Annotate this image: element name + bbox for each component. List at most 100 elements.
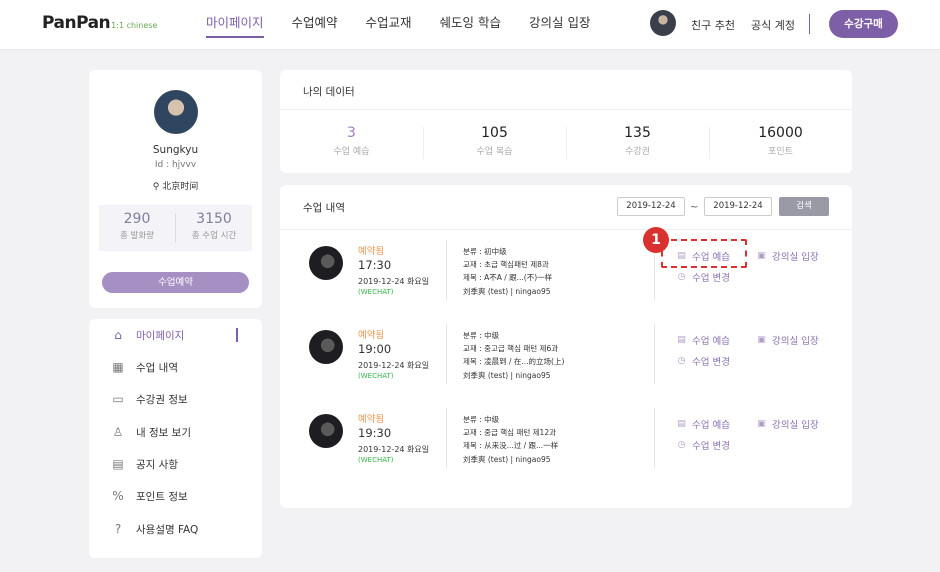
lesson-channel: (WECHAT)	[358, 288, 394, 296]
clock-icon: ◷	[677, 356, 686, 366]
menu-item-notice[interactable]: ▤ 공지 사항	[110, 456, 178, 472]
lesson-textbook: 교재 : 중급 핵심 패턴 제12과	[463, 428, 556, 437]
calendar-icon: ▦	[112, 360, 124, 374]
search-button[interactable]: 검색	[779, 197, 829, 216]
metric-value: 3	[347, 125, 356, 141]
nav-classroom[interactable]: 강의실 입장	[529, 0, 590, 38]
lesson-category: 분류 : 中级	[463, 331, 500, 340]
top-header: PanPan 1:1 chinese 마이페이지 수업예약 수업교재 쉐도잉 학…	[0, 0, 940, 50]
lesson-time: 19:00	[358, 342, 392, 356]
step-badge: 1	[643, 227, 669, 253]
lesson-row: 예약됨 19:30 2019-12-24 화요일 (WECHAT) 분류 : 中…	[280, 398, 852, 478]
metric-value: 16000	[758, 125, 803, 141]
classroom-icon: ▣	[757, 419, 766, 429]
profile-stats: 290 총 발화량 3150 총 수업 시간	[99, 205, 252, 251]
stat-label: 총 수업 시간	[191, 231, 237, 241]
lesson-channel: (WECHAT)	[358, 372, 394, 380]
main-nav: 마이페이지 수업예약 수업교재 쉐도잉 학습 강의실 입장	[206, 0, 619, 50]
preview-lesson-button[interactable]: ▤ 수업 예습	[676, 417, 730, 431]
menu-item-history[interactable]: ▦ 수업 내역	[110, 359, 178, 375]
logo[interactable]: PanPan 1:1 chinese	[42, 13, 157, 33]
change-lesson-button[interactable]: ◷ 수업 변경	[676, 438, 730, 452]
percent-icon: %	[112, 489, 124, 503]
lesson-date: 2019-12-24 화요일	[358, 445, 430, 454]
date-separator: ~	[690, 202, 699, 213]
action-label: 수업 변경	[692, 357, 730, 368]
menu-item-points[interactable]: % 포인트 정보	[110, 488, 187, 504]
stat-value: 3150	[196, 211, 232, 227]
action-label: 수업 예습	[692, 336, 730, 347]
stat-speech: 290 총 발화량	[99, 205, 175, 241]
ticket-icon: ▭	[112, 392, 124, 406]
menu-label: 사용설명 FAQ	[136, 523, 199, 536]
profile-id: Id : hjvvv	[154, 160, 197, 170]
enter-classroom-button[interactable]: ▣ 강의실 입장	[756, 333, 819, 347]
menu-label: 마이페이지	[136, 329, 185, 342]
metric-preview[interactable]: 3 수업 예습	[280, 125, 423, 157]
metric-review[interactable]: 105 수업 복습	[423, 125, 566, 157]
lesson-channel: (WECHAT)	[358, 456, 394, 464]
nav-textbook[interactable]: 수업교재	[366, 0, 412, 38]
enter-classroom-button[interactable]: ▣ 강의실 입장	[756, 249, 819, 263]
lesson-teacher: 刘季爽 (test) | ningao95	[463, 287, 551, 296]
lesson-status: 예약됨	[358, 246, 385, 257]
stat-hours: 3150 총 수업 시간	[176, 205, 252, 241]
row-divider	[654, 408, 655, 468]
menu-item-mypage[interactable]: ⌂ 마이페이지	[110, 327, 184, 343]
friend-referral-link[interactable]: 친구 추천	[691, 17, 735, 33]
user-avatar[interactable]	[650, 10, 676, 36]
classroom-icon: ▣	[757, 335, 766, 345]
row-divider	[446, 240, 447, 300]
nav-mypage[interactable]: 마이페이지	[206, 0, 264, 38]
change-lesson-button[interactable]: ◷ 수업 변경	[676, 270, 730, 284]
home-icon: ⌂	[114, 328, 122, 342]
nav-shadowing[interactable]: 쉐도잉 학습	[440, 0, 501, 38]
menu-label: 공지 사항	[136, 458, 178, 471]
book-lesson-button[interactable]: 수업예약	[102, 272, 249, 293]
date-from-input[interactable]: 2019-12-24	[617, 197, 685, 216]
timezone-label: 北京时间	[162, 182, 199, 192]
menu-item-ticket[interactable]: ▭ 수강권 정보	[110, 391, 187, 407]
lesson-row: 예약됨 17:30 2019-12-24 화요일 (WECHAT) 분류 : 初…	[280, 230, 852, 310]
lesson-status: 예약됨	[358, 330, 385, 341]
lesson-subject: 제목 : A不A / 跟...(不)一样	[463, 273, 553, 282]
lesson-teacher: 刘季爽 (test) | ningao95	[463, 455, 551, 464]
official-account-link[interactable]: 공식 계정	[751, 17, 795, 33]
action-label: 수업 변경	[692, 441, 730, 452]
lesson-subject: 제목 : 凌晨到 / 在...的立场(上)	[463, 357, 565, 366]
action-label: 강의실 입장	[772, 336, 819, 347]
my-data-title: 나의 데이터	[303, 86, 355, 98]
nav-booking[interactable]: 수업예약	[292, 0, 338, 38]
header-divider	[809, 14, 810, 34]
profile-name: Sungkyu	[152, 144, 199, 156]
metric-value: 105	[481, 125, 508, 141]
preview-lesson-button[interactable]: ▤ 수업 예습	[676, 333, 730, 347]
user-icon: ♙	[112, 425, 124, 439]
buy-course-button[interactable]: 수강구매	[829, 10, 898, 38]
lesson-history-card: 수업 내역 2019-12-24 ~ 2019-12-24 검색 예약됨 17:…	[280, 185, 852, 508]
lesson-time: 17:30	[358, 258, 392, 272]
teacher-avatar	[309, 414, 343, 448]
highlight-box	[661, 239, 747, 268]
metric-label: 포인트	[768, 147, 793, 157]
metric-tickets[interactable]: 135 수강권	[566, 125, 709, 157]
metric-points[interactable]: 16000 포인트	[709, 125, 852, 157]
menu-label: 내 정보 보기	[136, 426, 191, 439]
question-icon: ?	[114, 522, 122, 536]
lesson-category: 분류 : 中级	[463, 415, 500, 424]
lesson-status: 예약됨	[358, 414, 385, 425]
lesson-teacher: 刘季爽 (test) | ningao95	[463, 371, 551, 380]
my-data-card: 나의 데이터 3 수업 예습 105 수업 복습 135 수강권 16000 포…	[280, 70, 852, 173]
menu-item-profile[interactable]: ♙ 내 정보 보기	[110, 424, 191, 440]
location-pin-icon: ⚲	[152, 182, 160, 192]
enter-classroom-button[interactable]: ▣ 강의실 입장	[756, 417, 819, 431]
action-label: 강의실 입장	[772, 252, 819, 263]
date-to-input[interactable]: 2019-12-24	[704, 197, 772, 216]
profile-avatar	[154, 90, 198, 134]
lesson-category: 분류 : 初中级	[463, 247, 507, 256]
metric-label: 수업 복습	[476, 147, 513, 157]
menu-item-faq[interactable]: ? 사용설명 FAQ	[110, 521, 199, 537]
change-lesson-button[interactable]: ◷ 수업 변경	[676, 354, 730, 368]
stat-value: 290	[123, 211, 151, 227]
history-title: 수업 내역	[303, 202, 345, 214]
